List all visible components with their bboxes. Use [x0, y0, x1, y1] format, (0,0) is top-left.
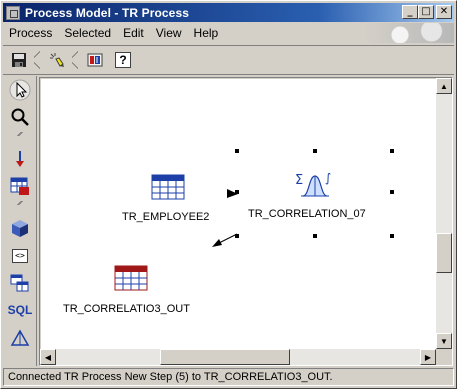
vertical-scrollbar[interactable]: ▲ ▼ [436, 78, 452, 349]
flow-arrow-correlation-to-out[interactable] [212, 233, 238, 247]
table-blue-icon[interactable] [151, 174, 185, 200]
help-button[interactable]: ? [111, 48, 135, 72]
horizontal-scroll-thumb[interactable] [160, 349, 290, 365]
scroll-down-button[interactable]: ▼ [436, 333, 452, 349]
scroll-up-button[interactable]: ▲ [436, 78, 452, 94]
connector-tool[interactable] [7, 147, 33, 171]
menu-bar: Process Selected Edit View Help [3, 23, 454, 43]
help-glyph: ? [119, 53, 127, 67]
status-bar: Connected TR Process New Step (5) to TR_… [3, 368, 454, 386]
toolbar-separator [31, 47, 41, 73]
sql-icon: SQL [7, 303, 33, 317]
save-icon [12, 53, 26, 67]
title-bar[interactable]: Process Model - TR Process _ □ ✕ [3, 3, 454, 22]
selection-handle[interactable] [235, 234, 239, 238]
selection-handle[interactable] [313, 234, 317, 238]
highlighter-icon [50, 53, 64, 67]
menu-edit[interactable]: Edit [117, 26, 150, 40]
program-icon: <> [12, 249, 28, 263]
save-button[interactable] [7, 48, 31, 72]
horizontal-scrollbar[interactable]: ◀ ▶ [40, 349, 436, 365]
menu-process[interactable]: Process [3, 26, 58, 40]
selection-handle[interactable] [235, 149, 239, 153]
maximize-button[interactable]: □ [418, 5, 434, 19]
triangle-icon [10, 329, 30, 346]
sql-tool[interactable]: SQL [7, 298, 33, 322]
scrollbar-corner [436, 349, 452, 365]
menu-selected[interactable]: Selected [58, 26, 117, 40]
svg-text:Σ: Σ [295, 173, 303, 188]
toolbar-separator [69, 47, 79, 73]
help-icon: ? [115, 52, 131, 68]
node-label-employee[interactable]: TR_EMPLOYEE2 [122, 211, 209, 223]
process-canvas[interactable]: Σ ∫ TR_EMPLOYEE2 TR_CORRELATION_07 TR_CO… [41, 79, 437, 349]
connector-icon [16, 151, 24, 167]
report-icon [87, 53, 103, 67]
palette-divider [5, 132, 35, 136]
table-source-tool[interactable] [7, 174, 33, 198]
tool-palette: <> SQL [3, 76, 37, 366]
correlation-icon[interactable]: Σ ∫ [295, 171, 331, 197]
palette-divider [5, 201, 35, 205]
program-tool[interactable]: <> [7, 244, 33, 268]
selection-handle[interactable] [390, 149, 394, 153]
report-button[interactable] [83, 48, 107, 72]
svg-text:∫: ∫ [325, 171, 331, 185]
program-glyph: <> [15, 251, 25, 260]
tables-tool[interactable] [7, 271, 33, 295]
cube-tool[interactable] [7, 216, 33, 240]
zoom-icon [11, 108, 29, 126]
tables-icon [10, 274, 29, 292]
menu-decoration [364, 23, 454, 43]
scroll-right-button[interactable]: ▶ [420, 349, 436, 365]
close-button[interactable]: ✕ [436, 5, 452, 19]
node-label-correlation-out[interactable]: TR_CORRELATIO3_OUT [63, 303, 190, 315]
process-model-window: Process Model - TR Process _ □ ✕ Process… [0, 0, 457, 389]
menu-help[interactable]: Help [188, 26, 225, 40]
triangle-tool[interactable] [7, 326, 33, 350]
table-red-icon[interactable] [114, 265, 148, 291]
selection-handle[interactable] [235, 190, 239, 194]
minimize-button[interactable]: _ [402, 5, 418, 19]
zoom-tool[interactable] [7, 105, 33, 129]
node-label-correlation[interactable]: TR_CORRELATION_07 [248, 208, 366, 220]
app-icon[interactable] [6, 5, 20, 20]
vertical-scroll-thumb[interactable] [436, 233, 452, 273]
pointer-tool[interactable] [7, 78, 33, 102]
cube-icon [12, 220, 28, 237]
selection-handle[interactable] [313, 149, 317, 153]
pointer-icon [9, 79, 31, 101]
highlight-button[interactable] [45, 48, 69, 72]
toolbar: ? [3, 45, 454, 75]
selection-handle[interactable] [390, 234, 394, 238]
process-canvas-frame: Σ ∫ TR_EMPLOYEE2 TR_CORRELATION_07 TR_CO… [39, 77, 453, 366]
table-source-icon [10, 177, 29, 195]
selection-handle[interactable] [390, 190, 394, 194]
menu-view[interactable]: View [150, 26, 188, 40]
window-controls: _ □ ✕ [402, 5, 452, 19]
scroll-left-button[interactable]: ◀ [40, 349, 56, 365]
window-title: Process Model - TR Process [25, 5, 189, 20]
